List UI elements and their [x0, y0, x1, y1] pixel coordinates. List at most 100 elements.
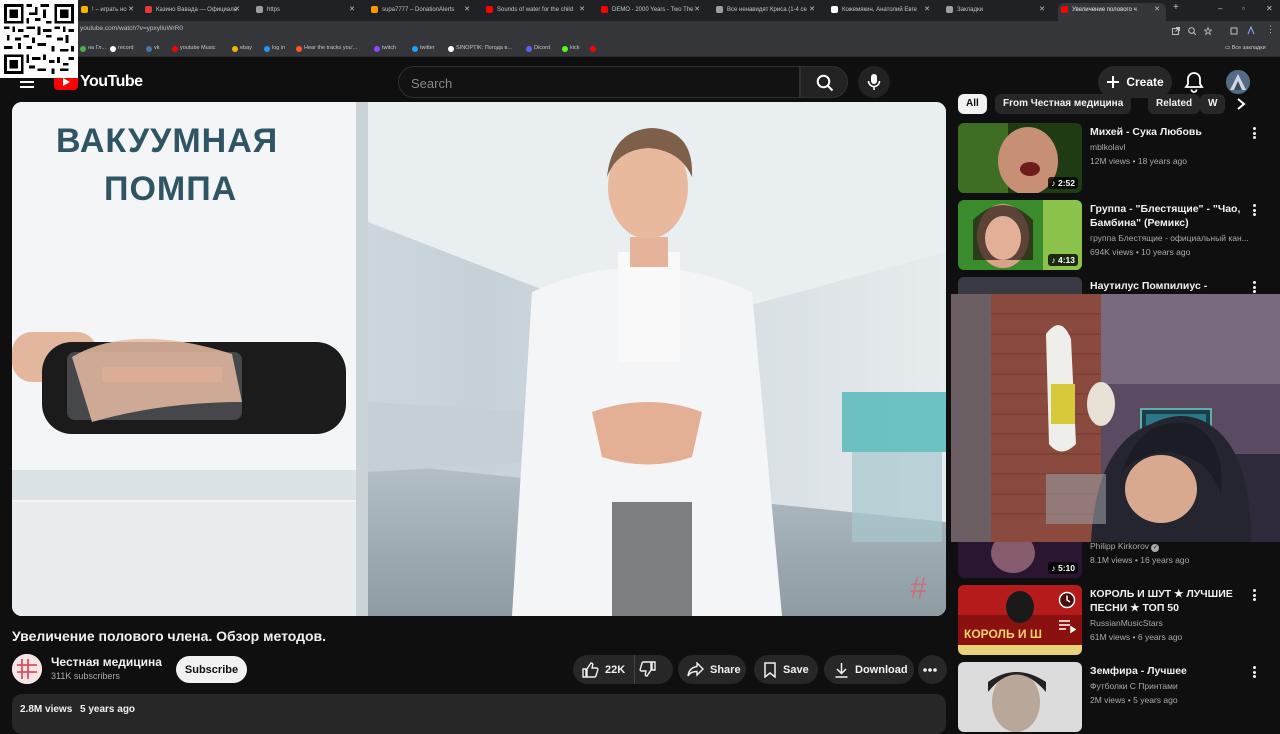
browser-menu-icon[interactable]: ⋮ [1266, 24, 1275, 35]
bookmarks-bar: на Гл... record vk youtube Music ebay lo… [0, 42, 1280, 57]
minimize-button[interactable]: – [1218, 4, 1222, 13]
recommended-video[interactable]: Земфира - Лучшее Футболки С Принтами 2M … [958, 662, 1270, 734]
recommended-channel[interactable]: mblkolavl [1090, 142, 1250, 152]
profile-icon[interactable] [1247, 26, 1255, 35]
more-vertical-icon[interactable] [1253, 666, 1256, 678]
close-tab-icon[interactable]: ✕ [1039, 3, 1045, 17]
close-tab-icon[interactable]: ✕ [464, 3, 470, 17]
chip-from-channel[interactable]: From Честная медицина [995, 94, 1132, 114]
recommended-title[interactable]: Михей - Сука Любовь [1090, 125, 1250, 139]
bookmark-item[interactable]: Hear the tracks you'... [296, 45, 357, 52]
close-tab-icon[interactable]: ✕ [809, 3, 815, 17]
browser-tab[interactable]: ! – играть но ✕ [78, 3, 140, 21]
bookmark-item[interactable]: vk [146, 45, 160, 52]
bookmark-star-icon[interactable] [1204, 27, 1212, 35]
recommended-video[interactable]: КОРОЛЬ И Ш КОРОЛЬ И ШУТ ★ ЛУЧШИЕ ПЕСНИ ★… [958, 585, 1270, 657]
tab-favicon-icon [946, 6, 953, 13]
browser-tab[interactable]: DEMO - 2000 Years - Two The ✕ [598, 3, 706, 21]
close-tab-icon[interactable]: ✕ [349, 3, 355, 17]
extensions-icon[interactable] [1230, 27, 1238, 35]
zoom-icon[interactable] [1188, 27, 1196, 35]
bookmark-item[interactable]: twitch [374, 45, 396, 52]
tab-favicon-icon [831, 6, 838, 13]
bookmark-item[interactable]: record [110, 45, 134, 52]
bookmark-item[interactable]: log in [264, 45, 285, 52]
chip-related[interactable]: Related [1148, 94, 1201, 114]
video-thumbnail[interactable] [958, 662, 1082, 732]
recommended-video[interactable]: ♪ 4:13 Группа - "Блестящие" - "Чао, Бамб… [958, 200, 1270, 272]
recommended-channel[interactable]: Philipp Kirkorov ✓ [1090, 541, 1250, 552]
download-button[interactable]: Download [824, 655, 914, 684]
save-button[interactable]: Save [754, 655, 818, 684]
close-window-button[interactable]: ✕ [1266, 4, 1273, 13]
bookmark-item[interactable]: Dicord [526, 45, 550, 52]
recommended-channel[interactable]: группа Блестящие - официальный кан... [1090, 233, 1250, 243]
voice-search-button[interactable] [858, 66, 890, 98]
recommended-channel[interactable]: RussianMusicStars [1090, 618, 1250, 628]
url-field[interactable]: youtube.com/watch?v=ypxylluWrR0 [80, 25, 183, 32]
video-thumbnail[interactable]: ♪ 2:52 [958, 123, 1082, 193]
share-button[interactable]: Share [678, 655, 746, 684]
recommended-video[interactable]: ♪ 2:52 Михей - Сука Любовь mblkolavl 12M… [958, 123, 1270, 195]
browser-tab[interactable]: supa7777 – DonationAlerts ✕ [368, 3, 476, 21]
more-actions-button[interactable] [918, 655, 947, 684]
browser-tab-active[interactable]: Увеличение полового ч ✕ [1058, 3, 1166, 21]
close-tab-icon[interactable]: ✕ [924, 3, 930, 17]
all-bookmarks-folder[interactable]: ▭ Все закладки [1225, 45, 1266, 51]
close-tab-icon[interactable]: ✕ [694, 3, 700, 17]
new-tab-button[interactable]: + [1173, 2, 1179, 13]
browser-tab[interactable]: Sounds of water for the child ✕ [483, 3, 591, 21]
more-horizontal-icon [922, 667, 937, 672]
recommended-title[interactable]: Группа - "Блестящие" - "Чао, Бамбина" (Р… [1090, 202, 1250, 230]
more-vertical-icon[interactable] [1253, 281, 1256, 293]
recommended-title[interactable]: КОРОЛЬ И ШУТ ★ ЛУЧШИЕ ПЕСНИ ★ ТОП 50 [1090, 587, 1250, 615]
like-button[interactable]: 22K [573, 655, 635, 684]
browser-tab[interactable]: Кожемякин, Анатолий Евге ✕ [828, 3, 936, 21]
notifications-bell-icon[interactable] [1184, 71, 1204, 93]
bookmark-item[interactable]: ebay [232, 45, 252, 52]
more-vertical-icon[interactable] [1253, 204, 1256, 216]
recommended-channel[interactable]: Футболки С Принтами [1090, 681, 1250, 691]
channel-name[interactable]: Честная медицина [51, 655, 162, 669]
music-note-icon: ♪ [1051, 255, 1058, 265]
bookmark-favicon-icon [80, 46, 86, 52]
bookmark-item[interactable]: kick [562, 45, 579, 52]
bookmark-item[interactable]: SINOPTIK: Погода в... [448, 45, 512, 52]
more-vertical-icon[interactable] [1253, 127, 1256, 139]
bookmark-item[interactable]: на Гл... [80, 45, 106, 52]
bookmark-item[interactable]: twitter [412, 45, 435, 52]
tab-label: Sounds of water for the child [497, 7, 574, 13]
bookmark-favicon-icon [110, 46, 116, 52]
description-box[interactable] [12, 694, 946, 734]
subscribe-button[interactable]: Subscribe [176, 656, 247, 683]
dislike-button[interactable] [639, 661, 662, 680]
chip-all[interactable]: All [958, 94, 987, 114]
browser-tab[interactable]: https ✕ [253, 3, 361, 21]
search-button[interactable] [800, 66, 848, 98]
search-input[interactable] [411, 74, 781, 92]
bookmark-item[interactable]: youtube Music [172, 45, 215, 52]
recommended-title[interactable]: Земфира - Лучшее [1090, 664, 1250, 678]
video-overlay-text: ПОМПА [104, 170, 238, 208]
close-tab-icon[interactable]: ✕ [128, 3, 134, 17]
browser-tab[interactable]: Все ненавидят Криса (1-4 се ✕ [713, 3, 821, 21]
view-count: 2.8M views [20, 704, 73, 715]
close-tab-icon[interactable]: ✕ [579, 3, 585, 17]
user-avatar[interactable] [1226, 70, 1250, 94]
video-thumbnail[interactable]: КОРОЛЬ И Ш [958, 585, 1082, 655]
open-external-icon[interactable] [1172, 27, 1180, 35]
like-count: 22K [605, 663, 626, 676]
channel-avatar[interactable] [12, 654, 42, 684]
close-tab-icon[interactable]: ✕ [234, 3, 240, 17]
tab-label: ! – играть но [92, 7, 127, 13]
browser-tab[interactable]: Казино Вавада — Официаль ✕ [142, 3, 246, 21]
download-label: Download [855, 663, 908, 676]
more-vertical-icon[interactable] [1253, 589, 1256, 601]
close-tab-icon[interactable]: ✕ [1154, 3, 1160, 17]
browser-tab[interactable]: Закладки ✕ [943, 3, 1051, 21]
chevron-right-icon[interactable] [1236, 98, 1246, 110]
chip-more[interactable]: W [1200, 94, 1226, 114]
maximize-button[interactable]: ▫ [1242, 4, 1245, 13]
video-player[interactable]: # ВАКУУМНАЯ ПОМПА [12, 102, 946, 616]
video-thumbnail[interactable]: ♪ 4:13 [958, 200, 1082, 270]
